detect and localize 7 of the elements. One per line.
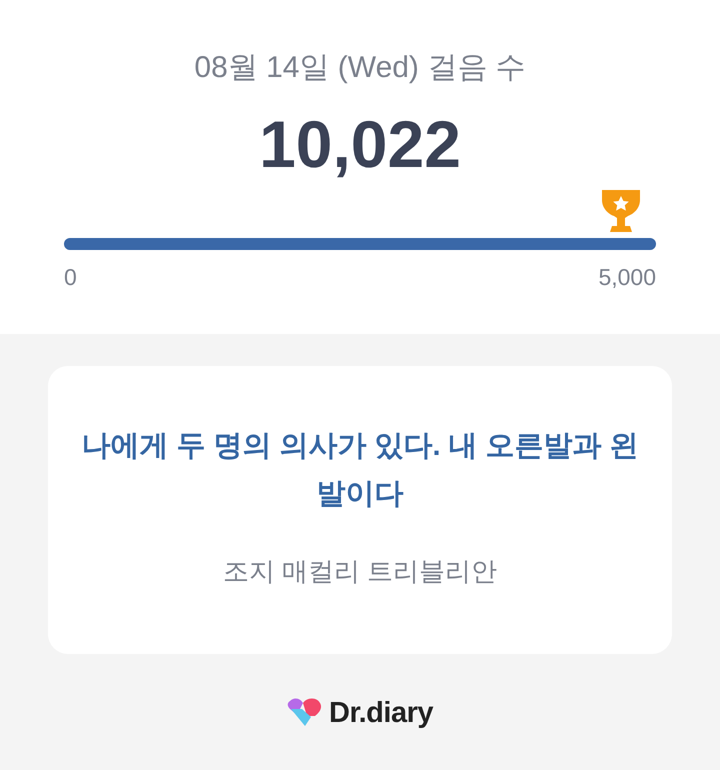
quote-author: 조지 매컬리 트리블리안 <box>222 555 498 588</box>
brand-name: Dr.diary <box>329 696 433 730</box>
min-label: 0 <box>64 264 77 291</box>
max-label: 5,000 <box>598 264 656 291</box>
step-count: 10,022 <box>258 106 462 183</box>
date-title: 08월 14일 (Wed) 걸음 수 <box>193 50 527 86</box>
quote-text: 나에게 두 명의 의사가 있다. 내 오른발과 왼발이다 <box>80 429 640 512</box>
